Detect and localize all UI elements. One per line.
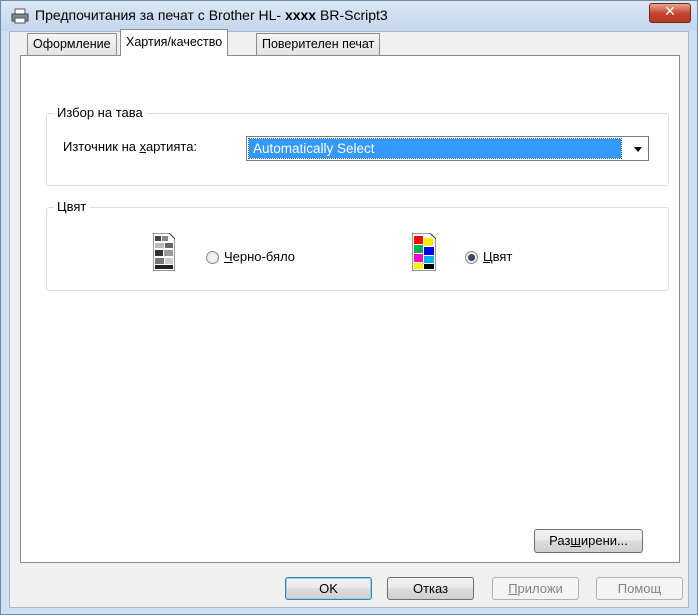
help-button[interactable]: Помощ <box>596 577 683 600</box>
color-radio[interactable] <box>465 251 478 264</box>
black-white-radio[interactable] <box>206 251 219 264</box>
chevron-down-icon[interactable] <box>634 147 642 152</box>
printer-icon <box>11 8 29 24</box>
title-bar[interactable]: Предпочитания за печат с Brother HL- xxx… <box>1 1 697 31</box>
title-model: xxxx <box>284 7 317 23</box>
ok-button[interactable]: OK <box>285 577 372 600</box>
paper-source-value: Automatically Select <box>248 138 622 159</box>
close-button[interactable]: ✕ <box>649 3 691 23</box>
color-group-title: Цвят <box>54 199 90 214</box>
tab-panel: Избор на тава Източник на хартията: Auto… <box>20 55 680 563</box>
window-title: Предпочитания за печат с Brother HL- xxx… <box>35 7 388 23</box>
color-group: Цвят <box>46 199 669 291</box>
paper-source-select[interactable]: Automatically Select <box>246 136 649 161</box>
advanced-button[interactable]: Разширени... <box>534 529 643 553</box>
close-icon: ✕ <box>664 4 676 20</box>
black-white-label[interactable]: Черно-бяло <box>224 249 295 264</box>
tab-secure-print[interactable]: Поверителен печат <box>256 33 381 55</box>
color-label[interactable]: Цвят <box>483 249 512 264</box>
paper-source-label: Източник на хартията: <box>63 139 198 154</box>
tab-layout[interactable]: Оформление <box>27 33 117 55</box>
tab-paper-quality[interactable]: Хартия/качество <box>120 29 229 56</box>
apply-button[interactable]: Приложи <box>492 577 579 600</box>
dialog-window: Предпочитания за печат с Brother HL- xxx… <box>0 0 698 615</box>
tray-group-title: Избор на тава <box>54 105 146 120</box>
grayscale-document-icon <box>153 233 175 271</box>
cancel-button[interactable]: Отказ <box>387 577 474 600</box>
color-document-icon <box>412 233 436 271</box>
